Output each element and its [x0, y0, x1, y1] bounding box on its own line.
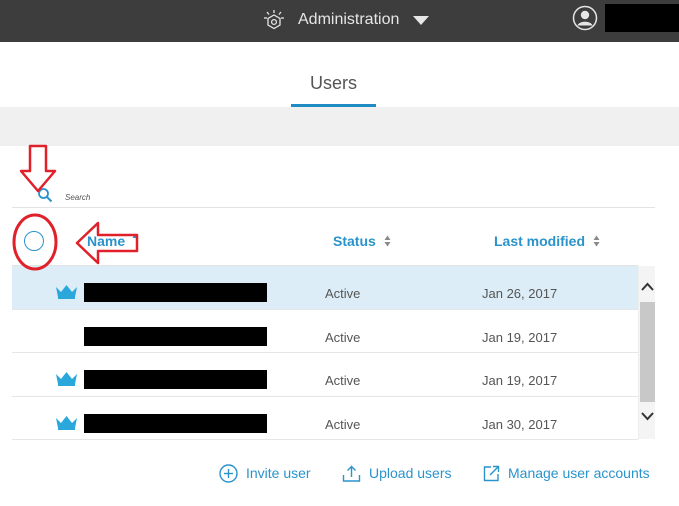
upload-users-label: Upload users [369, 465, 452, 481]
sort-both-icon [593, 235, 600, 247]
toolbar-band [0, 107, 679, 146]
user-last-modified: Jan 30, 2017 [482, 416, 558, 432]
caret-down-icon[interactable] [413, 15, 430, 25]
add-circle-icon [219, 463, 238, 483]
table-row[interactable]: Active Jan 19, 2017 [12, 353, 638, 397]
column-header-status-label: Status [333, 233, 376, 249]
admin-crown-icon [56, 415, 77, 430]
external-link-icon [483, 465, 500, 481]
column-header-last-modified[interactable]: Last modified [494, 233, 600, 249]
table-row[interactable]: Active Jan 19, 2017 [12, 310, 638, 353]
search-divider [12, 207, 655, 208]
user-table-body: Active Jan 26, 2017 Active Jan 19, 2017 … [12, 266, 638, 440]
user-last-modified: Jan 19, 2017 [482, 329, 558, 345]
user-status: Active [325, 416, 361, 432]
annotation-down-arrow [19, 144, 57, 193]
search-input[interactable] [65, 189, 655, 205]
invite-user-label: Invite user [246, 465, 311, 481]
upload-icon [342, 465, 361, 482]
user-name-redacted [84, 283, 267, 302]
scrollbar-thumb[interactable] [640, 302, 655, 402]
column-header-status[interactable]: Status [333, 233, 391, 249]
manage-user-accounts-label: Manage user accounts [508, 465, 650, 481]
admin-crown-icon [56, 372, 77, 386]
user-name-redacted [84, 413, 267, 433]
manage-user-accounts-link[interactable]: Manage user accounts [483, 463, 650, 483]
user-avatar-icon[interactable] [572, 5, 598, 31]
user-status: Active [325, 373, 361, 388]
column-header-name[interactable]: Name [87, 233, 138, 249]
scroll-down-icon[interactable] [639, 409, 656, 423]
search-icon[interactable] [37, 187, 53, 203]
table-scrollbar[interactable] [638, 266, 655, 439]
user-status: Active [325, 286, 361, 301]
table-row[interactable]: Active Jan 30, 2017 [12, 397, 638, 440]
user-last-modified: Jan 26, 2017 [482, 286, 558, 301]
app-title: Administration [298, 11, 400, 28]
user-last-modified: Jan 19, 2017 [482, 373, 558, 388]
sort-both-icon [384, 235, 391, 247]
user-status: Active [325, 329, 361, 345]
top-navigation-bar: Administration [0, 0, 679, 42]
user-name-redacted [84, 326, 267, 346]
invite-user-button[interactable]: Invite user [219, 463, 311, 483]
upload-users-button[interactable]: Upload users [342, 463, 452, 483]
tab-users[interactable]: Users [291, 73, 376, 108]
table-row[interactable]: Active Jan 26, 2017 [12, 266, 638, 310]
scroll-up-icon[interactable] [639, 280, 656, 294]
column-header-last-modified-label: Last modified [494, 233, 586, 249]
app-switcher[interactable]: Administration [263, 8, 430, 32]
select-all-radio[interactable] [24, 231, 44, 251]
ibm-watson-logo-icon [264, 10, 284, 30]
user-name-redacted [84, 370, 267, 389]
sort-ascending-icon [132, 233, 138, 238]
username-redacted [605, 4, 679, 32]
column-header-name-label: Name [87, 233, 126, 249]
admin-crown-icon [56, 285, 77, 299]
